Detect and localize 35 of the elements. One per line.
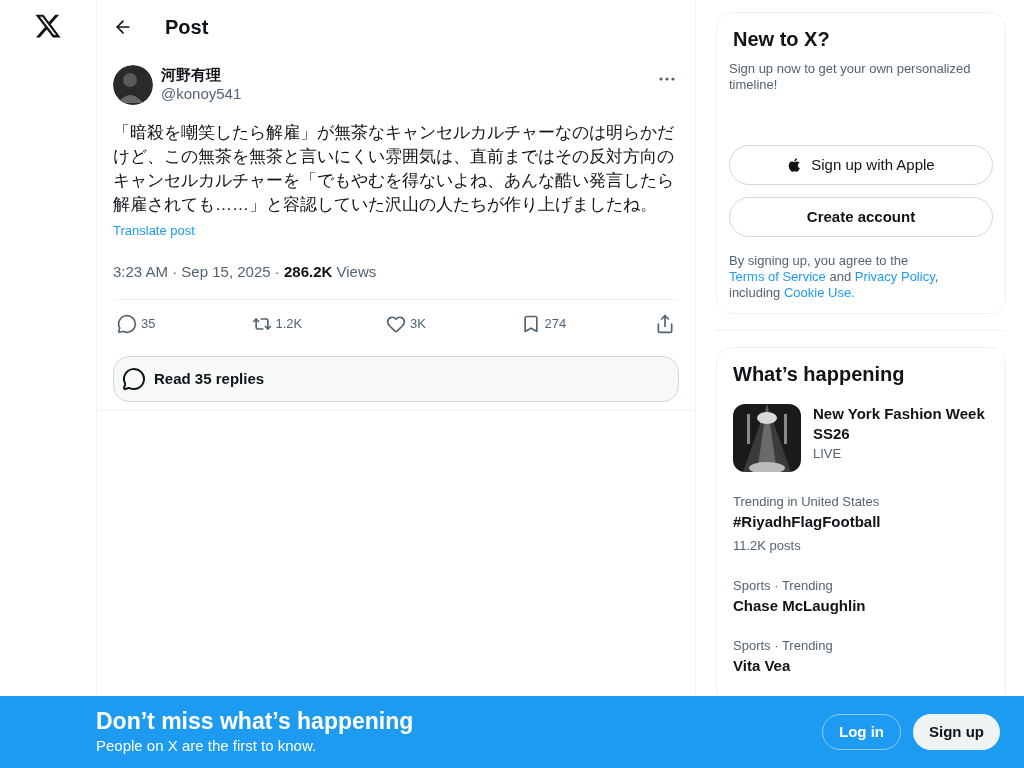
trend-context: Sports · Trending (733, 637, 834, 655)
more-icon (659, 77, 675, 81)
heart-icon (386, 313, 406, 334)
reply-icon (117, 313, 137, 334)
trend-context: Sports · Trending (733, 577, 834, 595)
trend-context: Trending in United States (733, 493, 881, 511)
author-name[interactable]: 河野有理 (161, 66, 647, 85)
trend-name[interactable]: Vita Vea (733, 656, 989, 676)
banner-title: Don’t miss what’s happening (96, 706, 415, 735)
signup-subtitle: Sign up now to get your own personalized timeline! (729, 61, 972, 93)
trend-name[interactable]: #RiyadhFlagFootball (733, 512, 989, 532)
reply-button[interactable]: 35 (117, 313, 187, 334)
trend-name[interactable]: New York Fashion Week SS26 (813, 404, 989, 444)
avatar[interactable] (113, 65, 153, 105)
signup-title: New to X? (732, 27, 831, 52)
view-count: 286.2K Views (283, 261, 377, 282)
repost-button[interactable]: 1.2K (251, 313, 322, 334)
bookmark-button[interactable]: 274 (520, 313, 591, 334)
share-icon (655, 313, 675, 334)
trend-name[interactable]: Chase McLaughlin (733, 596, 989, 616)
trend-meta: 11.2K posts (733, 537, 802, 555)
read-replies-button[interactable]: Read 35 replies (113, 356, 679, 402)
trends-title: What’s happening (733, 362, 906, 387)
post-text: 「暗殺を嘲笑したら解雇」が無茶なキャンセルカルチャーなのは明らかだけど、この無茶を無茶と言いにくい雰囲気は、直前まではその反対方向のキャンセルカルチャーを「でもやむを得ないよね、あんな酷い発言したら解雇されても……」と容認していた沢山の人たちが作り上げましたね。 (113, 122, 675, 216)
banner-subtitle: People on X are the first to know. (96, 735, 318, 756)
post-timestamp[interactable]: 3:23 AM · Sep 15, 2025 · (113, 260, 284, 283)
speech-bubble-icon (122, 367, 146, 391)
legal-text: By signing up, you agree to the Terms of Service and Privacy Policy, including Cookie Use. (729, 253, 940, 301)
author-handle[interactable]: @konoy541 (161, 85, 647, 104)
trend-meta: LIVE (813, 445, 843, 463)
share-button[interactable] (655, 313, 675, 334)
signup-button[interactable]: Sign up (913, 714, 1000, 750)
like-button[interactable]: 3K (386, 313, 456, 334)
x-logo-icon[interactable] (34, 12, 62, 40)
page-title: Post (165, 14, 209, 40)
